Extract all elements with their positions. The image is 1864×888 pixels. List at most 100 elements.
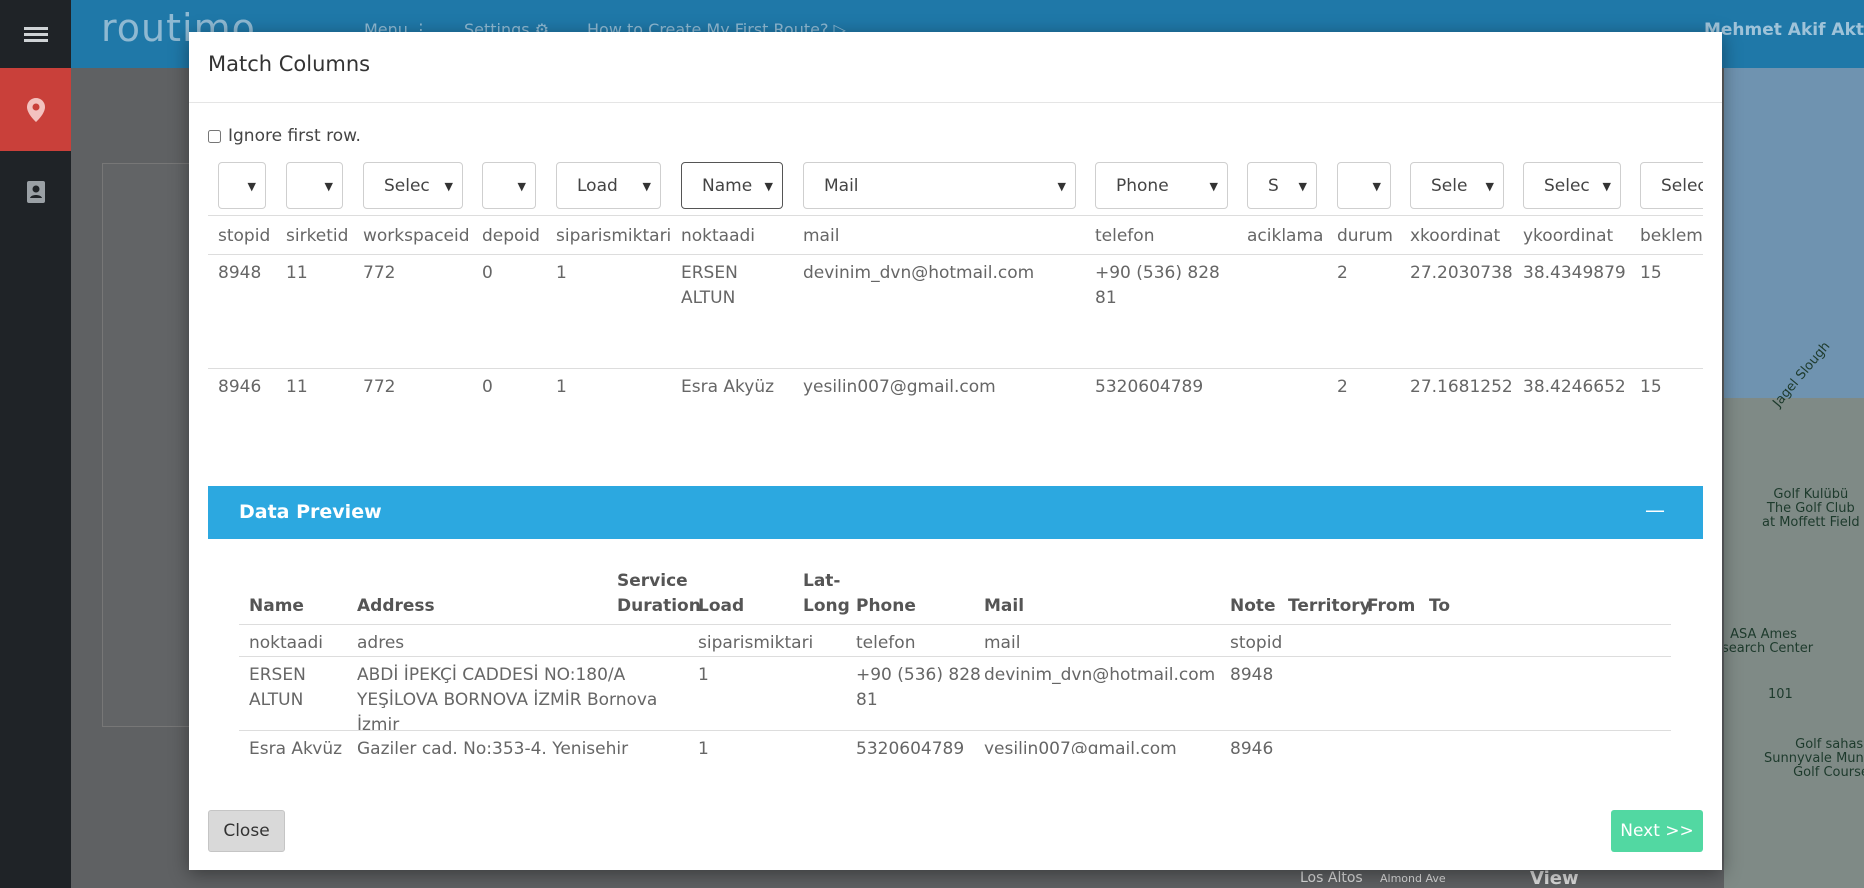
preview-cell: devinim_dvn@hotmail.com <box>984 665 1216 685</box>
table-cell: 27.1681252 <box>1410 377 1513 397</box>
location-pin-icon[interactable] <box>0 68 71 151</box>
preview-cell: 8946 <box>1230 739 1274 754</box>
user-name[interactable]: Mehmet Akif Akt <box>1704 20 1864 40</box>
modal-header: Match Columns <box>189 32 1722 103</box>
preview-header: Mail <box>984 596 1025 616</box>
modal-title: Match Columns <box>208 52 371 76</box>
column-header: xkoordinat <box>1410 226 1501 246</box>
modal-body: Ignore first row. ▼ ▼ Selec ▼ ▼ Load ▼ Nam… <box>208 104 1703 794</box>
contact-book-icon[interactable] <box>0 168 71 216</box>
map-label-ames: ASA Ames esearch Center <box>1724 627 1814 656</box>
table-cell: ERSEN ALTUN <box>681 263 738 308</box>
column-select-5[interactable]: Load ▼ <box>556 162 661 209</box>
data-preview-table: Name Address Service Duration Load Lat- … <box>239 539 1671 754</box>
preview-cell: 1 <box>698 739 709 754</box>
preview-header: Load <box>698 596 745 616</box>
column-header: noktaadi <box>681 226 756 246</box>
sidebar <box>0 0 71 888</box>
select-value: Selec <box>384 176 430 196</box>
column-header: sirketid <box>286 226 349 246</box>
table-cell: 8946 <box>218 377 262 397</box>
preview-cell: +90 (536) 828 81 <box>856 665 981 710</box>
preview-cell: Gaziler cad. No:353-4. Yenişehir mah. KO… <box>357 739 629 754</box>
column-select-13[interactable]: Selec▼ <box>1640 162 1703 209</box>
preview-header: To <box>1429 596 1451 616</box>
select-value: Selec <box>1661 176 1703 196</box>
table-cell: devinim_dvn@hotmail.com <box>803 263 1035 283</box>
route-badge: 101 <box>1768 687 1793 702</box>
close-button[interactable]: Close <box>208 810 285 852</box>
collapse-icon[interactable]: — <box>1645 498 1665 522</box>
preview-mapping: noktaadi <box>249 633 324 653</box>
table-cell: 15 <box>1640 377 1662 397</box>
table-cell: 0 <box>482 263 493 283</box>
column-select-12[interactable]: Selec ▼ <box>1523 162 1621 209</box>
preview-header: Name <box>249 596 304 616</box>
column-header: telefon <box>1095 226 1155 246</box>
table-cell: Esra Akyüz <box>681 377 775 397</box>
preview-cell: ABDİ İPEKÇİ CADDESİ NO:180/A YEŞİLOVA BO… <box>357 665 658 735</box>
preview-header: Service Duration <box>617 571 701 616</box>
match-columns-modal: Match Columns Ignore first row. ▼ ▼ Sele… <box>189 32 1722 870</box>
column-select-4[interactable]: ▼ <box>482 162 536 209</box>
ignore-first-row[interactable]: Ignore first row. <box>208 126 361 146</box>
data-preview-title: Data Preview <box>239 501 382 523</box>
data-preview-header[interactable]: Data Preview — <box>208 486 1703 539</box>
table-cell: 772 <box>363 377 396 397</box>
table-cell: +90 (536) 828 81 <box>1095 263 1220 308</box>
map-label-los-altos: Los Altos <box>1300 870 1363 886</box>
column-header: mail <box>803 226 840 246</box>
select-value: S <box>1268 176 1279 196</box>
column-select-6[interactable]: Name ▼ <box>681 162 783 209</box>
map[interactable]: Jagel Slough Golf Kulübü The Golf Club a… <box>1724 68 1864 888</box>
preview-mapping: stopid <box>1230 633 1283 653</box>
column-header: stopid <box>218 226 271 246</box>
preview-header: From <box>1367 596 1416 616</box>
hamburger-menu-icon[interactable] <box>0 0 71 68</box>
table-cell: 1 <box>556 377 567 397</box>
select-value: Mail <box>824 176 859 196</box>
preview-cell: ERSEN ALTUN <box>249 665 306 710</box>
preview-cell: 5320604789 <box>856 739 965 754</box>
match-columns-table[interactable]: ▼ ▼ Selec ▼ ▼ Load ▼ Name ▼ Mail ▼ Phone ▼ S ▼… <box>208 158 1703 458</box>
preview-header: Territory <box>1288 596 1371 616</box>
preview-header: Phone <box>856 596 916 616</box>
map-label-view: View <box>1530 868 1579 888</box>
column-header: aciklama <box>1247 226 1324 246</box>
table-cell: 5320604789 <box>1095 377 1204 397</box>
select-value: Selec <box>1544 176 1590 196</box>
column-select-2[interactable]: ▼ <box>286 162 343 209</box>
table-cell: 772 <box>363 263 396 283</box>
preview-cell: 1 <box>698 665 709 685</box>
map-label-golf2: Golf sahası Sunnyvale Municipal Golf Cou… <box>1764 737 1864 780</box>
column-header: depoid <box>482 226 540 246</box>
select-value: Sele <box>1431 176 1468 196</box>
table-cell: 2 <box>1337 263 1348 283</box>
ignore-first-row-label: Ignore first row. <box>228 126 361 146</box>
preview-header: Lat- Long <box>803 571 850 616</box>
column-header: workspaceid <box>363 226 470 246</box>
column-select-11[interactable]: Sele ▼ <box>1410 162 1504 209</box>
table-cell: 0 <box>482 377 493 397</box>
column-select-7[interactable]: Mail ▼ <box>803 162 1076 209</box>
preview-mapping: adres <box>357 633 405 653</box>
column-select-8[interactable]: Phone ▼ <box>1095 162 1228 209</box>
table-cell: 11 <box>286 263 308 283</box>
column-select-9[interactable]: S ▼ <box>1247 162 1317 209</box>
column-select-3[interactable]: Selec ▼ <box>363 162 463 209</box>
table-cell: 38.4349879 <box>1523 263 1626 283</box>
table-cell: 8948 <box>218 263 262 283</box>
preview-mapping: telefon <box>856 633 916 653</box>
column-header: ykoordinat <box>1523 226 1614 246</box>
column-header: bekleme <box>1640 226 1703 246</box>
ignore-first-row-checkbox[interactable] <box>208 129 221 143</box>
preview-mapping: mail <box>984 633 1021 653</box>
preview-mapping: siparismiktari <box>698 633 814 653</box>
map-label-almond: Almond Ave <box>1380 872 1446 885</box>
column-select-10[interactable]: ▼ <box>1337 162 1391 209</box>
select-value: Phone <box>1116 176 1169 196</box>
next-button[interactable]: Next >> <box>1611 810 1703 852</box>
table-cell: 15 <box>1640 263 1662 283</box>
preview-header: Note <box>1230 596 1276 616</box>
column-select-1[interactable]: ▼ <box>218 162 266 209</box>
